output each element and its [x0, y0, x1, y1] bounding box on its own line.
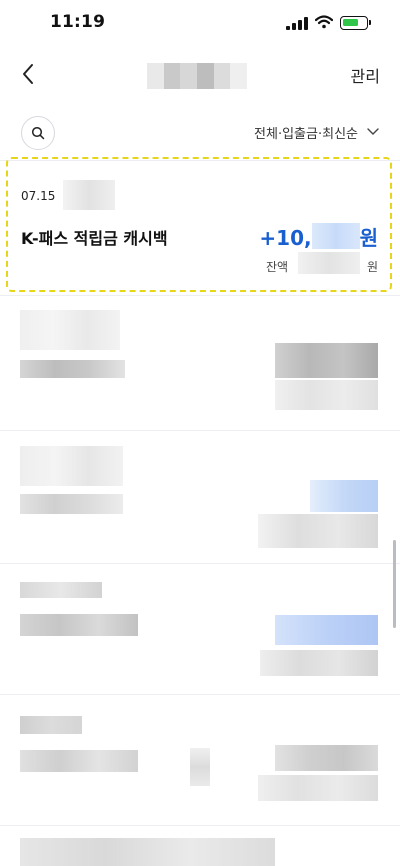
- transaction-amount: +10, 원: [259, 222, 378, 251]
- wifi-icon: [315, 15, 333, 29]
- redacted-block: [20, 310, 120, 350]
- redacted-block: [260, 650, 378, 676]
- filter-row: 전체·입출금·최신순: [0, 114, 400, 150]
- redacted-block: [190, 748, 210, 786]
- page-title: [147, 63, 248, 89]
- manage-button[interactable]: 관리: [351, 63, 380, 87]
- redacted-block: [20, 582, 102, 598]
- balance-label: 잔액: [266, 260, 289, 274]
- redacted-block: [20, 750, 138, 772]
- redacted-block: [20, 716, 82, 734]
- redacted-block: [258, 514, 378, 548]
- redacted-block: [20, 446, 123, 486]
- status-bar: 11:19: [0, 0, 400, 48]
- top-app-bar: 관리: [0, 50, 400, 100]
- search-button[interactable]: [21, 116, 55, 150]
- filter-dropdown[interactable]: 전체·입출금·최신순: [254, 123, 358, 142]
- balance-redacted: [298, 252, 360, 274]
- amount-redacted: [311, 223, 360, 249]
- redacted-block: [310, 480, 378, 512]
- redacted-block: [20, 614, 138, 636]
- cellular-signal-icon: [286, 17, 308, 30]
- redacted-block: [20, 838, 275, 866]
- redacted-block: [275, 745, 378, 771]
- status-time: 11:19: [50, 12, 106, 32]
- chevron-down-icon[interactable]: [366, 124, 380, 138]
- scrollbar[interactable]: [393, 540, 396, 628]
- transaction-date: 07.15: [21, 189, 56, 203]
- chevron-left-icon[interactable]: [14, 59, 44, 89]
- transaction-title: K-패스 적립금 캐시백: [21, 229, 168, 248]
- redacted-block: [20, 494, 123, 514]
- redacted-block: [20, 360, 125, 378]
- redacted-block: [275, 343, 378, 378]
- balance-unit: 원: [366, 260, 378, 274]
- search-icon: [31, 126, 45, 140]
- transaction-time-redacted: [63, 180, 115, 210]
- redacted-block: [275, 615, 378, 645]
- amount-unit: 원: [359, 226, 378, 250]
- divider: [0, 825, 400, 826]
- battery-charging-icon: [340, 16, 371, 30]
- redacted-block: [275, 380, 378, 410]
- redacted-block: [258, 775, 378, 801]
- amount-prefix: +10,: [259, 226, 312, 250]
